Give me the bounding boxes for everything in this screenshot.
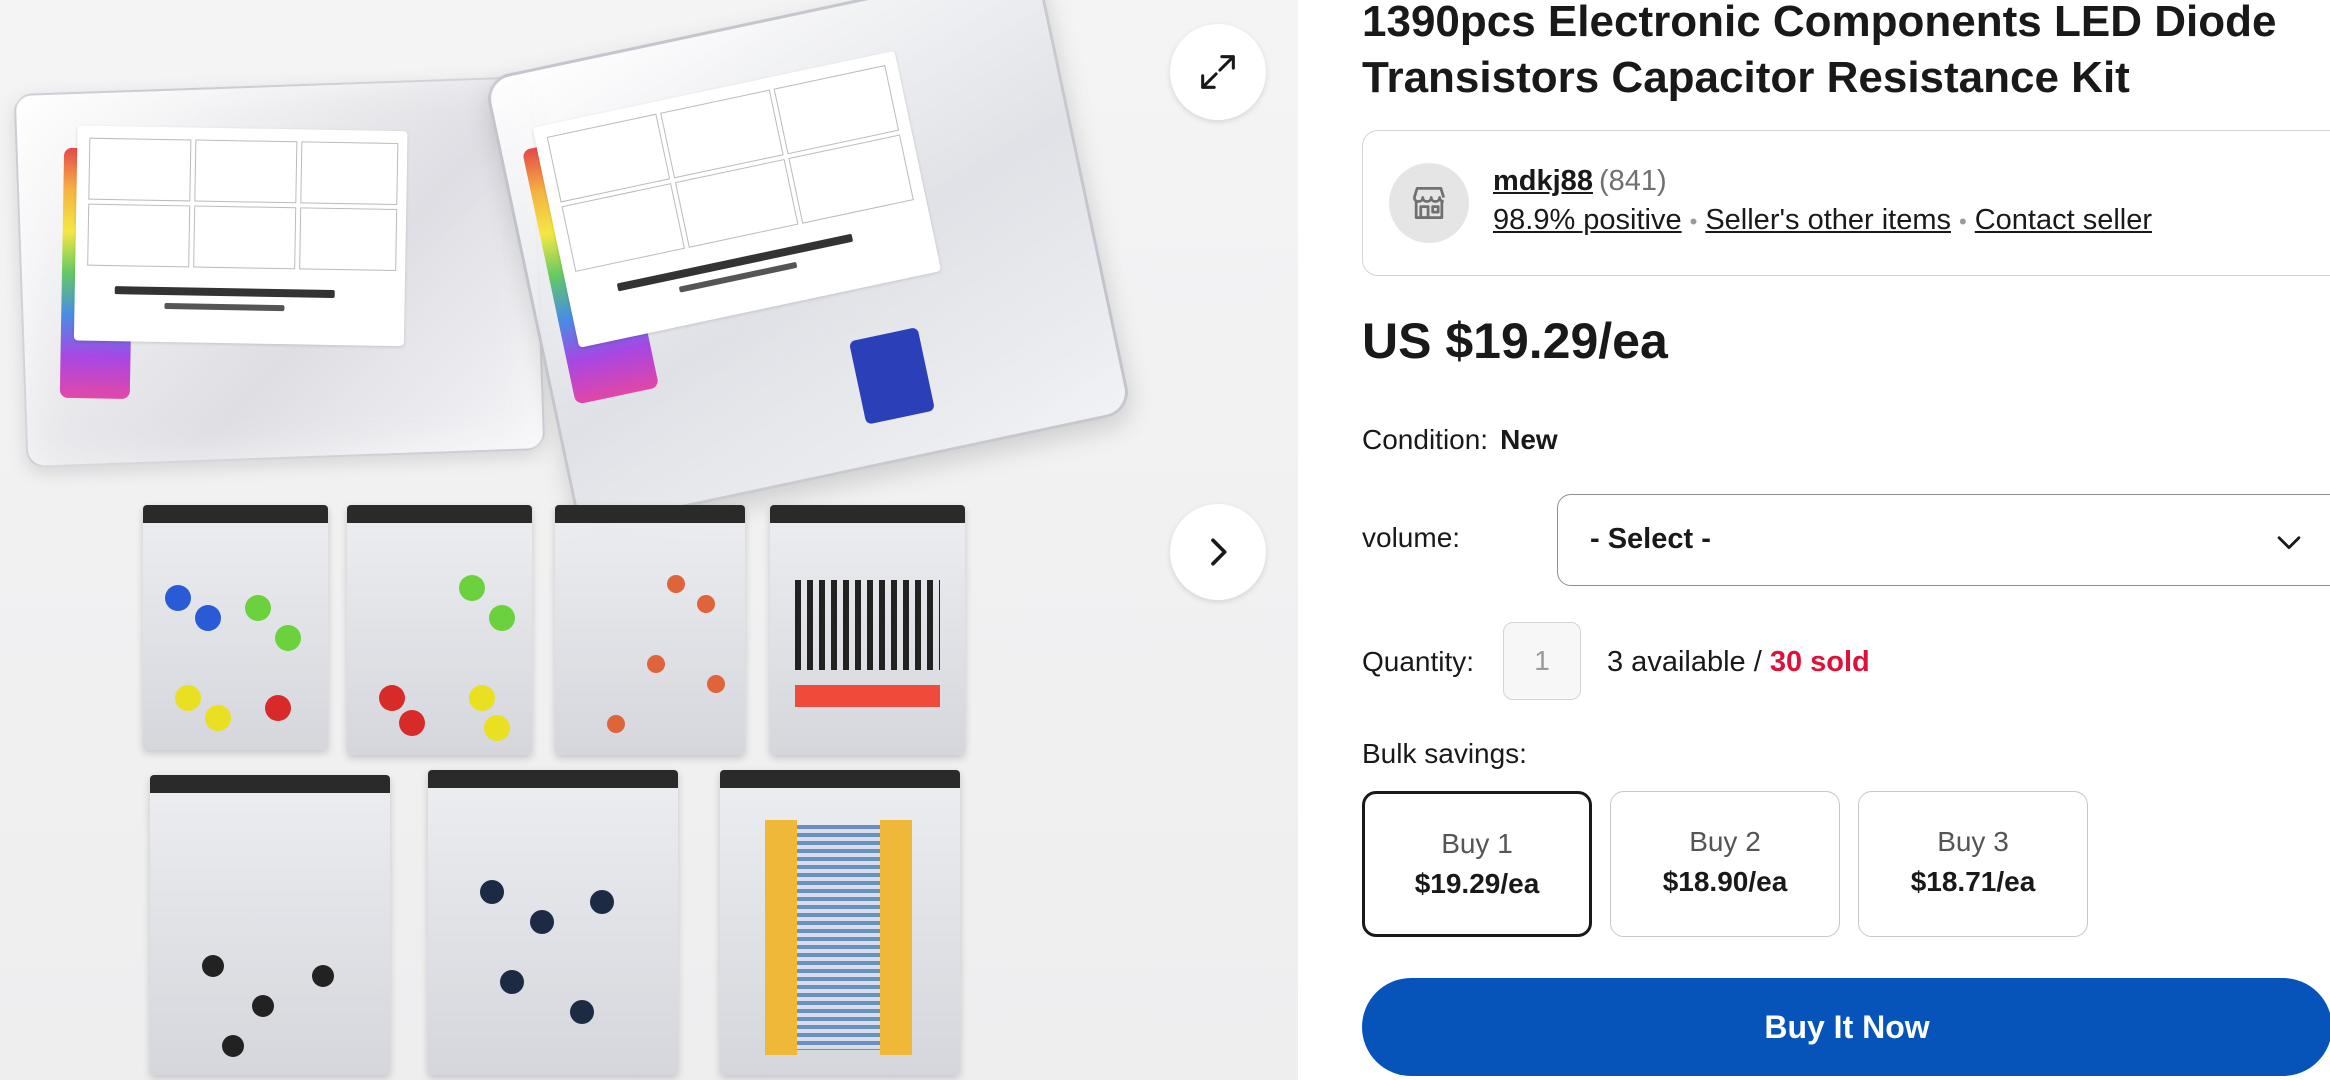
seller-avatar[interactable]	[1389, 163, 1469, 243]
seller-card: mdkj88 (841) 98.9% positive • Seller's othe…	[1362, 130, 2330, 276]
condition-label: Condition:	[1362, 424, 1489, 455]
expand-icon	[1201, 55, 1235, 89]
bulk-option-price: $18.71/ea	[1910, 866, 2036, 897]
product-photo[interactable]	[0, 0, 1298, 1080]
next-image-button[interactable]	[1170, 504, 1266, 600]
bulk-option-buy-2[interactable]: Buy 2 $18.90/ea	[1610, 791, 1840, 937]
component-bag-image	[13, 76, 546, 468]
expand-button[interactable]	[1170, 24, 1266, 120]
separator-dot: •	[1689, 209, 1698, 234]
capacitor-bag-image	[555, 505, 745, 755]
sold-count[interactable]: 30 sold	[1770, 646, 1870, 678]
seller-info: mdkj88 (841)	[1493, 165, 1667, 198]
chevron-right-icon	[1211, 538, 1227, 566]
quantity-label: Quantity:	[1362, 646, 1475, 677]
bulk-savings-label: Bulk savings:	[1362, 738, 1527, 769]
diode-bag-image	[770, 505, 965, 755]
seller-positive-link[interactable]: 98.9% positive	[1493, 204, 1682, 236]
availability-info: 3 available / 30 sold	[1607, 646, 1870, 679]
seller-name-link[interactable]: mdkj88	[1493, 165, 1593, 197]
volume-label: volume:	[1362, 522, 1461, 553]
volume-select[interactable]: - Select -	[1557, 494, 2330, 586]
seller-other-items-link[interactable]: Seller's other items	[1705, 204, 1951, 236]
buy-it-now-button[interactable]: Buy It Now	[1362, 978, 2330, 1076]
condition-value: New	[1500, 424, 1558, 455]
bulk-option-price: $19.29/ea	[1414, 868, 1540, 899]
contact-seller-link[interactable]: Contact seller	[1975, 204, 2152, 236]
separator-dot: •	[1959, 209, 1967, 234]
electrolytic-capacitor-bag-image	[428, 770, 678, 1075]
bulk-option-buy-1[interactable]: Buy 1 $19.29/ea	[1362, 791, 1592, 937]
listing-title: 1390pcs Electronic Components LED Diode …	[1362, 0, 2277, 102]
bulk-option-qty: Buy 1	[1441, 828, 1513, 859]
chevron-down-icon	[2277, 536, 2301, 550]
led-bag-image	[347, 505, 532, 755]
store-icon	[1412, 186, 1445, 220]
led-bag-image	[143, 505, 328, 750]
item-price: US $19.29/ea	[1362, 313, 1668, 369]
resistor-bag-image	[720, 770, 960, 1075]
seller-links: 98.9% positive • Seller's other items • Cont…	[1493, 204, 2152, 237]
volume-select-value: - Select -	[1590, 523, 1711, 555]
available-count: 3 available /	[1607, 646, 1770, 678]
quantity-input[interactable]	[1503, 622, 1581, 700]
bulk-option-buy-3[interactable]: Buy 3 $18.71/ea	[1858, 791, 2088, 937]
component-box-image	[483, 0, 1133, 530]
transistor-bag-image	[150, 775, 390, 1075]
seller-feedback-count: (841)	[1598, 165, 1667, 197]
bulk-option-qty: Buy 3	[1937, 826, 2009, 857]
bulk-option-qty: Buy 2	[1689, 826, 1761, 857]
image-gallery	[0, 0, 1298, 1080]
bulk-option-price: $18.90/ea	[1662, 866, 1788, 897]
condition: Condition: New	[1362, 424, 1558, 456]
